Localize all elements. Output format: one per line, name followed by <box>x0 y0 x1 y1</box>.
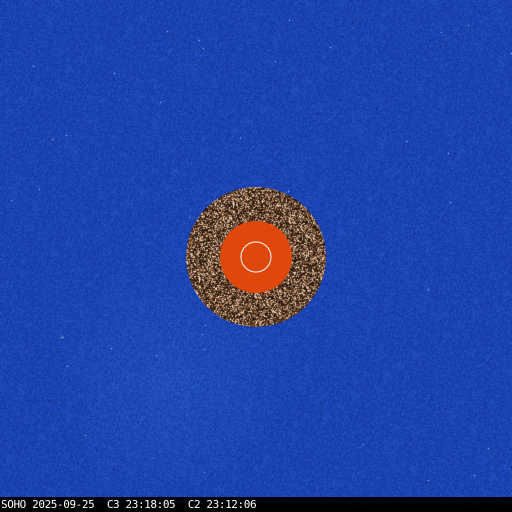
coronagraph-image <box>0 0 512 497</box>
date-label: 2025-09-25 <box>32 498 95 511</box>
c2-label: C2 <box>187 498 201 511</box>
caption-bar: SOHO 2025-09-25 C3 23:18:05 C2 23:12:06 <box>0 497 512 512</box>
c2-time: 23:12:06 <box>206 498 257 511</box>
occulter-disk <box>220 221 292 293</box>
c3-time: 23:18:05 <box>125 498 176 511</box>
c3-label: C3 <box>106 498 120 511</box>
occulter-overlay <box>220 221 292 293</box>
observatory-label: SOHO <box>1 498 26 511</box>
